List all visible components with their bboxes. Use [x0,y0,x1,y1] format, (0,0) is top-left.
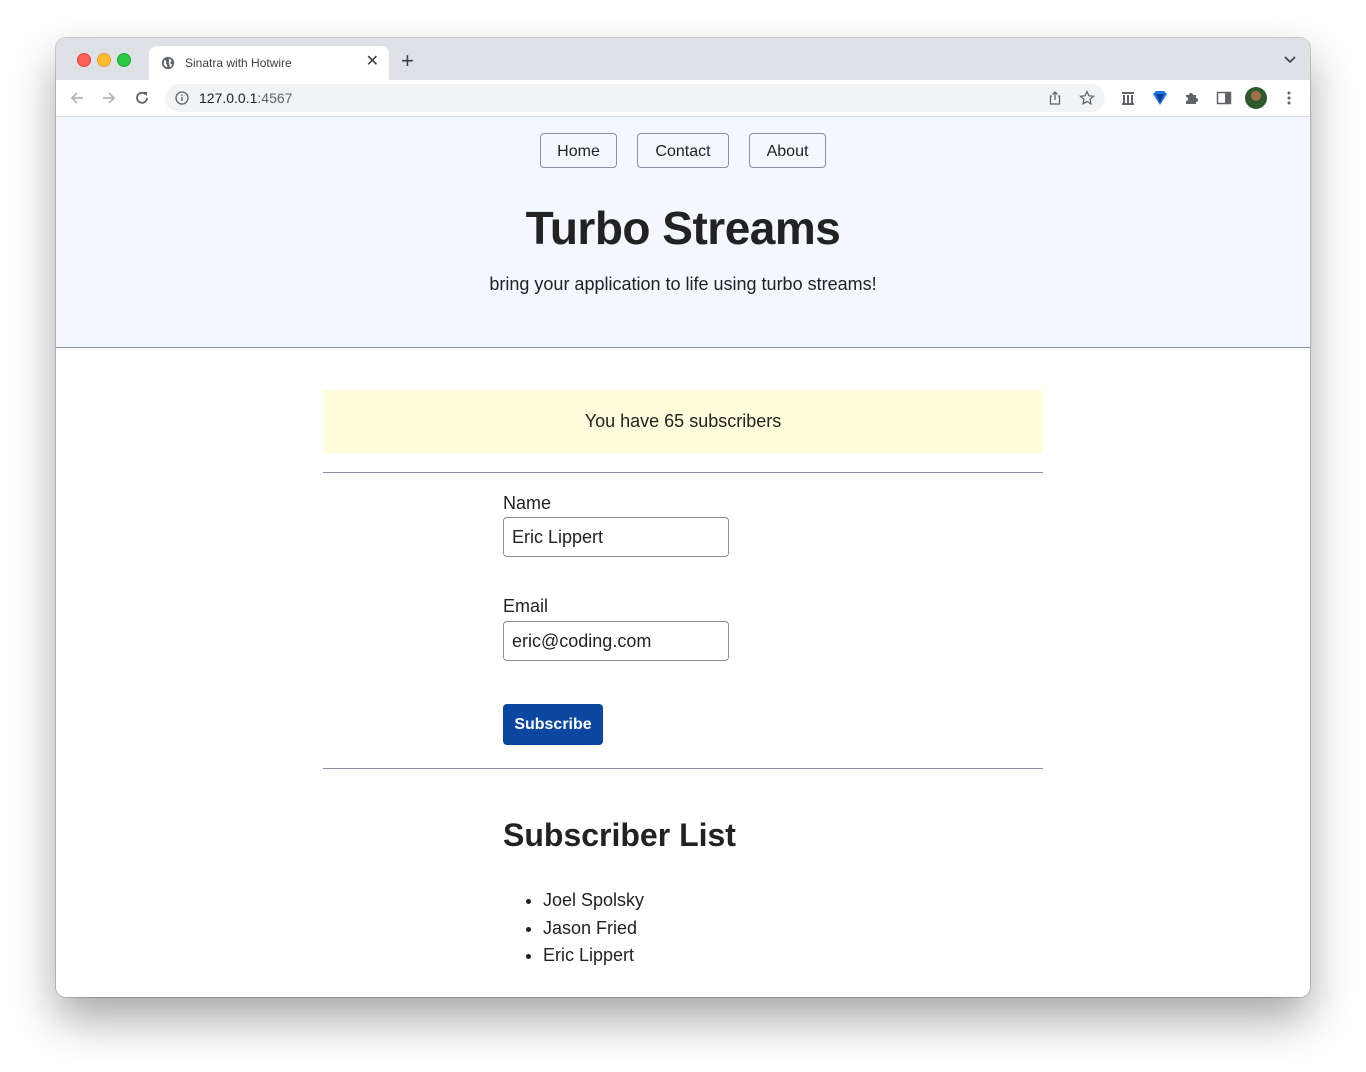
tab-bar: Sinatra with Hotwire ✕ + [56,38,1310,80]
globe-icon [161,56,175,70]
hero-header: Home Contact About Turbo Streams bring y… [56,117,1310,348]
page-content: Home Contact About Turbo Streams bring y… [56,117,1310,997]
minimize-window-button[interactable] [97,53,111,67]
subscriber-list: Joel Spolsky Jason Fried Eric Lippert [503,887,644,970]
name-label: Name [503,493,552,513]
bookmark-star-icon[interactable] [1079,90,1095,106]
subscribe-button[interactable]: Subscribe [503,704,603,745]
subscriber-count-notice: You have 65 subscribers [323,390,1043,453]
url-host: 127.0.0.1 [199,90,258,106]
email-input[interactable] [503,621,729,661]
divider [323,472,1043,473]
divider [323,768,1043,769]
close-tab-icon[interactable]: ✕ [366,53,379,71]
extension-diamond-icon[interactable] [1151,89,1169,107]
side-panel-icon[interactable] [1215,89,1233,107]
extensions-puzzle-icon[interactable] [1183,89,1201,107]
share-icon[interactable] [1047,90,1063,106]
page-title: Turbo Streams [525,202,841,254]
profile-avatar[interactable] [1245,87,1267,109]
tab-title: Sinatra with Hotwire [185,56,292,70]
nav-contact-button[interactable]: Contact [637,133,729,168]
new-tab-button[interactable]: + [401,50,414,72]
close-window-button[interactable] [77,53,91,67]
browser-toolbar: 127.0.0.1:4567 [56,80,1310,117]
more-menu-icon[interactable] [1280,89,1298,107]
list-item: Eric Lippert [543,942,644,970]
list-item: Joel Spolsky [543,887,644,915]
email-label: Email [503,596,549,616]
reload-icon[interactable] [133,89,151,107]
page-tagline: bring your application to life using tur… [489,274,877,294]
list-item: Jason Fried [543,915,644,943]
address-bar[interactable]: 127.0.0.1:4567 [165,84,1105,112]
url-text: 127.0.0.1:4567 [199,90,292,106]
nav-home-button[interactable]: Home [540,133,617,168]
maximize-window-button[interactable] [117,53,131,67]
chevron-down-icon[interactable] [1284,54,1296,64]
info-icon[interactable] [175,91,189,105]
browser-window: Sinatra with Hotwire ✕ + 127.0.0.1:4567 [56,38,1310,997]
back-icon[interactable] [68,89,86,107]
extension-museum-icon[interactable] [1119,89,1137,107]
forward-icon[interactable] [100,89,118,107]
url-port: :4567 [257,90,293,106]
nav-about-button[interactable]: About [749,133,826,168]
subscriber-list-title: Subscriber List [503,817,736,853]
name-input[interactable] [503,517,729,557]
browser-tab[interactable]: Sinatra with Hotwire ✕ [149,46,389,80]
